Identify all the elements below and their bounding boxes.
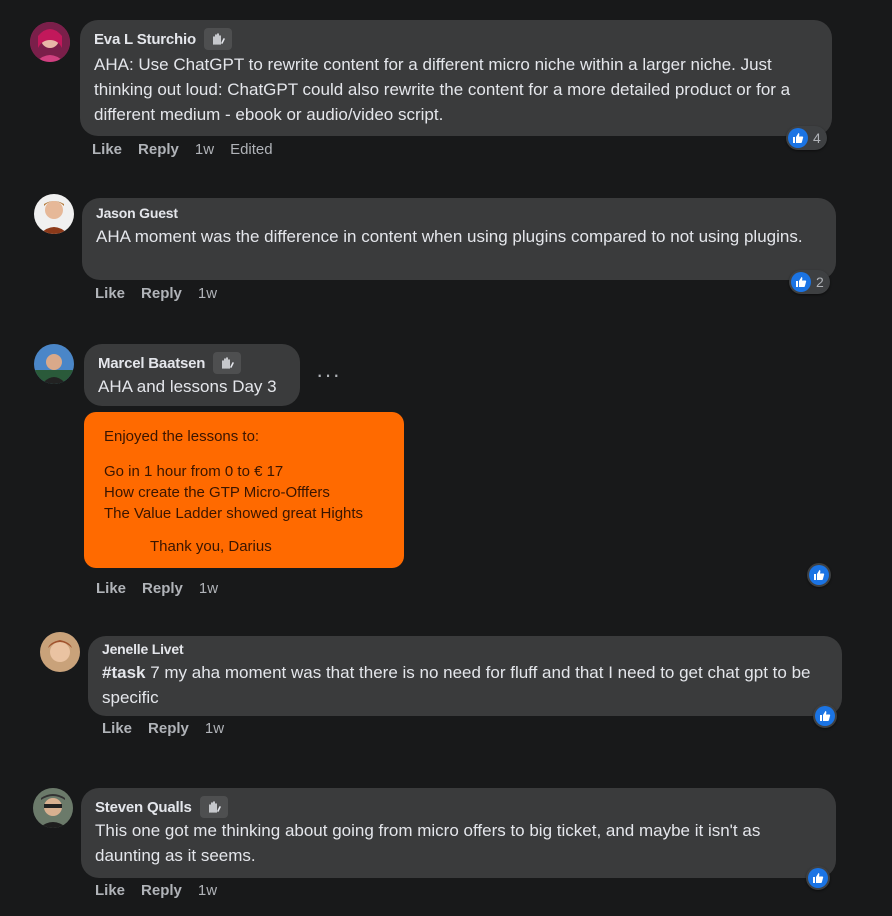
comment-text: #task 7 my aha moment was that there is … — [102, 660, 828, 710]
wave-badge-icon — [213, 352, 242, 374]
comment-actions: Like Reply 1w Edited — [92, 141, 289, 158]
author-name[interactable]: Steven Qualls — [95, 799, 192, 816]
more-options-button[interactable]: ··· — [316, 364, 341, 386]
reaction-count[interactable] — [813, 704, 837, 728]
attachment-line: Go in 1 hour from 0 to € 17 — [104, 463, 284, 480]
reaction-count[interactable] — [806, 866, 830, 890]
comment-text: AHA and lessons Day 3 — [98, 377, 277, 396]
comment-actions: Like Reply 1w — [96, 580, 234, 597]
avatar[interactable] — [34, 194, 74, 234]
comment-actions: Like Reply 1w — [95, 882, 233, 899]
like-button[interactable]: Like — [95, 285, 125, 302]
reaction-number: 2 — [816, 274, 824, 290]
author-name[interactable]: Jason Guest — [96, 205, 178, 221]
reply-button[interactable]: Reply — [142, 580, 183, 597]
like-button[interactable]: Like — [96, 580, 126, 597]
like-button[interactable]: Like — [92, 141, 122, 158]
like-button[interactable]: Like — [95, 882, 125, 899]
comment-bubble: Jason Guest AHA moment was the differenc… — [82, 198, 836, 280]
reaction-count[interactable]: 4 — [786, 126, 827, 150]
wave-badge-icon — [203, 28, 232, 50]
reply-button[interactable]: Reply — [141, 882, 182, 899]
image-attachment[interactable]: Enjoyed the lessons to: Go in 1 hour fro… — [84, 412, 404, 568]
thumbs-up-icon — [788, 128, 808, 148]
wave-badge-icon — [199, 796, 228, 818]
timestamp[interactable]: 1w — [195, 141, 214, 158]
comment-text: This one got me thinking about going fro… — [95, 821, 761, 865]
comment-text: AHA: Use ChatGPT to rewrite content for … — [94, 55, 791, 124]
edited-label[interactable]: Edited — [230, 141, 273, 158]
avatar[interactable] — [34, 344, 74, 384]
comment-actions: Like Reply 1w — [95, 285, 233, 302]
author-name[interactable]: Eva L Sturchio — [94, 31, 196, 48]
comment-text: AHA moment was the difference in content… — [96, 227, 803, 246]
thumbs-up-icon — [809, 565, 829, 585]
reaction-count[interactable]: 2 — [789, 270, 830, 294]
thumbs-up-icon — [791, 272, 811, 292]
timestamp[interactable]: 1w — [199, 580, 218, 597]
author-name[interactable]: Jenelle Livet — [102, 641, 184, 657]
reply-button[interactable]: Reply — [148, 720, 189, 737]
comment-body: 7 my aha moment was that there is no nee… — [102, 663, 811, 707]
reaction-number: 4 — [813, 130, 821, 146]
reply-button[interactable]: Reply — [138, 141, 179, 158]
timestamp[interactable]: 1w — [198, 285, 217, 302]
comment-bubble: Steven Qualls This one got me thinking a… — [81, 788, 836, 878]
comment-actions: Like Reply 1w — [102, 720, 240, 737]
avatar[interactable] — [30, 22, 70, 62]
thumbs-up-icon — [815, 706, 835, 726]
thumbs-up-icon — [808, 868, 828, 888]
attachment-line: The Value Ladder showed great Hights — [104, 505, 364, 522]
attachment-line: How create the GTP Micro-Offfers — [104, 484, 330, 501]
timestamp[interactable]: 1w — [198, 882, 217, 899]
comment-bubble: Eva L Sturchio AHA: Use ChatGPT to rewri… — [80, 20, 832, 136]
comment-bubble: Jenelle Livet #task 7 my aha moment was … — [88, 636, 842, 716]
reaction-count[interactable] — [807, 563, 831, 587]
attachment-heading: Enjoyed the lessons to: — [104, 428, 260, 445]
author-name[interactable]: Marcel Baatsen — [98, 355, 205, 372]
timestamp[interactable]: 1w — [205, 720, 224, 737]
avatar[interactable] — [40, 632, 80, 672]
attachment-signature: Thank you, Darius — [150, 538, 272, 555]
comment-bubble: Marcel Baatsen AHA and lessons Day 3 — [84, 344, 300, 406]
hashtag-link[interactable]: #task — [102, 663, 145, 682]
avatar[interactable] — [33, 788, 73, 828]
like-button[interactable]: Like — [102, 720, 132, 737]
reply-button[interactable]: Reply — [141, 285, 182, 302]
